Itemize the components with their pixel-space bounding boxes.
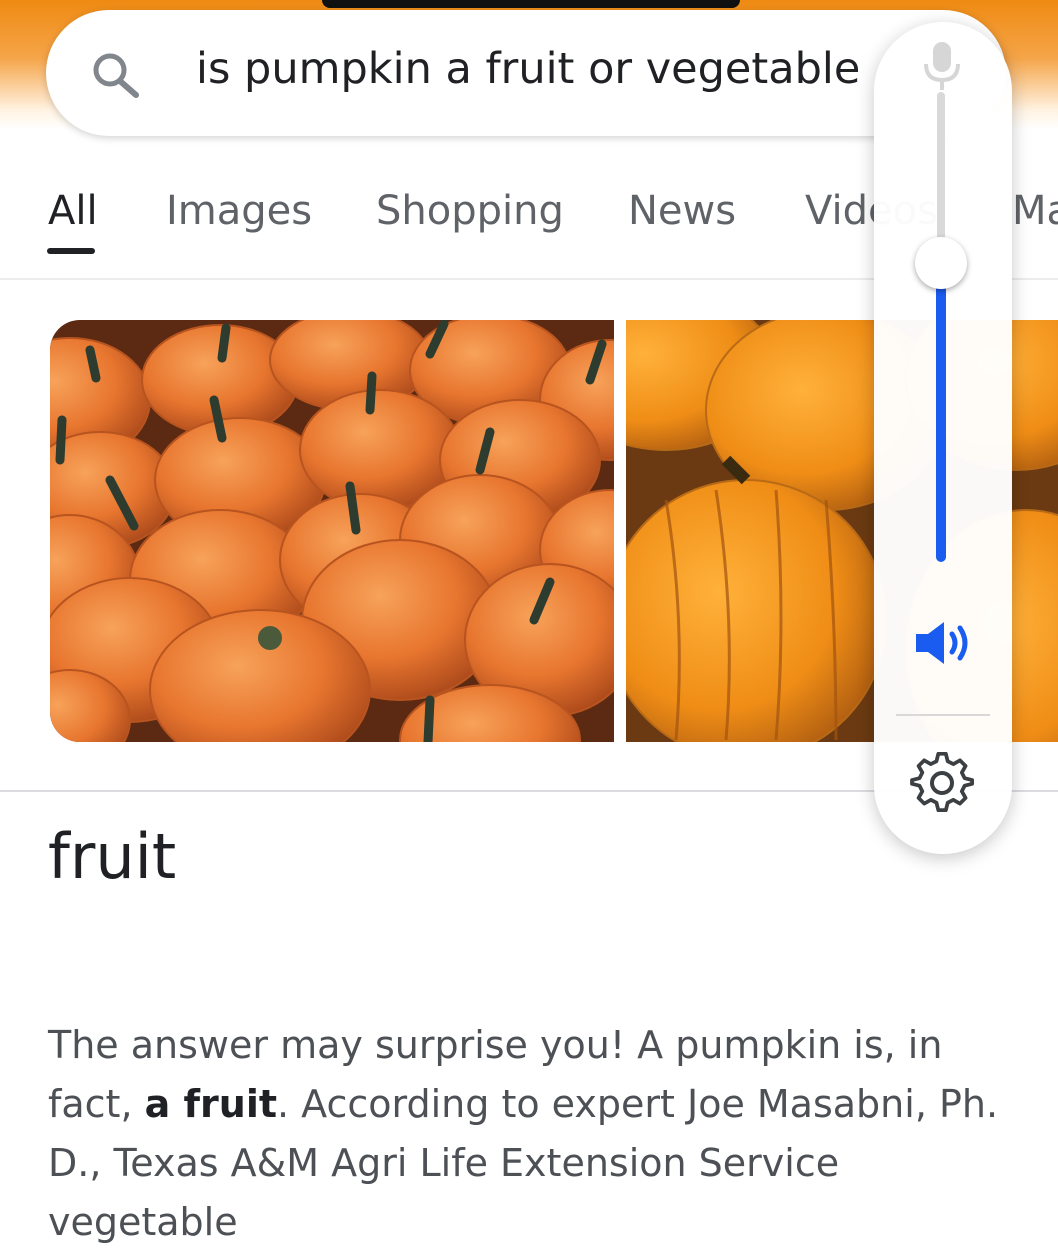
camera-notch xyxy=(322,0,740,8)
tab-images[interactable]: Images xyxy=(166,188,312,234)
active-tab-indicator xyxy=(47,248,95,254)
panel-divider xyxy=(896,714,990,716)
volume-slider-thumb[interactable] xyxy=(915,237,967,289)
tab-shopping[interactable]: Shopping xyxy=(376,188,564,234)
featured-answer-title: fruit xyxy=(48,820,177,893)
speaker-icon[interactable] xyxy=(912,618,974,668)
tab-maps[interactable]: Ma xyxy=(1012,188,1058,234)
mic-icon[interactable] xyxy=(922,40,962,92)
tab-all[interactable]: All xyxy=(48,188,98,234)
pumpkin-image-1[interactable] xyxy=(50,320,614,742)
snippet-bold: a fruit xyxy=(144,1082,278,1126)
volume-level-fill[interactable] xyxy=(936,266,946,562)
search-input[interactable]: is pumpkin a fruit or vegetable xyxy=(196,44,860,94)
search-icon[interactable] xyxy=(88,50,144,100)
tab-news[interactable]: News xyxy=(628,188,736,234)
gear-icon[interactable] xyxy=(910,752,974,816)
answer-snippet: The answer may surprise you! A pumpkin i… xyxy=(48,1016,1028,1252)
